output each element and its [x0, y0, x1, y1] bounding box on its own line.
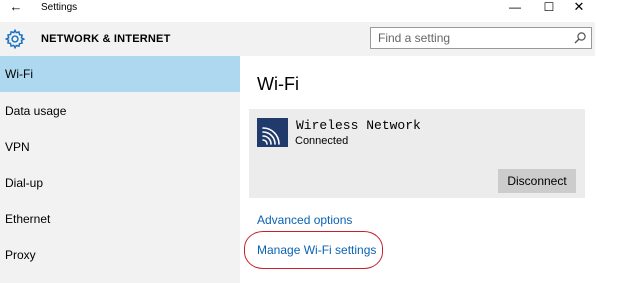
section-title: NETWORK & INTERNET	[41, 33, 171, 45]
sidebar-item-label: VPN	[5, 140, 30, 154]
network-status: Connected	[295, 135, 349, 147]
back-arrow-icon[interactable]: ←	[6, 0, 26, 16]
maximize-button[interactable]: ☐	[535, 0, 563, 16]
sidebar-item-label: Dial-up	[5, 176, 44, 190]
advanced-options-link[interactable]: Advanced options	[257, 213, 352, 227]
minimize-button[interactable]: —	[501, 0, 529, 16]
search-box[interactable]	[370, 27, 592, 49]
sidebar-item-dial-up[interactable]: Dial-up	[0, 165, 240, 201]
window-title: Settings	[41, 2, 78, 13]
sidebar-item-ethernet[interactable]: Ethernet	[0, 201, 240, 237]
sidebar-item-proxy[interactable]: Proxy	[0, 237, 240, 273]
gear-icon	[4, 28, 26, 50]
title-bar: ← Settings — ☐ ✕	[0, 0, 595, 16]
sidebar-item-wifi[interactable]: Wi-Fi	[0, 56, 240, 92]
disconnect-button[interactable]: Disconnect	[498, 169, 576, 193]
network-card[interactable]: Wireless Network Connected Disconnect	[249, 109, 585, 198]
sidebar-item-label: Data usage	[5, 104, 67, 118]
sidebar-item-label: Ethernet	[5, 212, 51, 226]
network-name: Wireless Network	[296, 118, 421, 133]
page-title: Wi-Fi	[257, 74, 299, 94]
sidebar-item-label: Wi-Fi	[5, 67, 33, 81]
manage-wifi-settings-link[interactable]: Manage Wi-Fi settings	[257, 243, 376, 257]
wifi-signal-icon	[257, 118, 288, 147]
sidebar: Wi-Fi Data usage VPN Dial-up Ethernet Pr…	[0, 56, 240, 283]
close-button[interactable]: ✕	[565, 0, 593, 16]
sidebar-item-data-usage[interactable]: Data usage	[0, 93, 240, 129]
page-header: NETWORK & INTERNET	[0, 22, 595, 56]
search-input[interactable]	[371, 28, 567, 48]
sidebar-item-label: Proxy	[5, 248, 36, 262]
sidebar-item-vpn[interactable]: VPN	[0, 129, 240, 165]
search-icon[interactable]	[573, 31, 587, 45]
